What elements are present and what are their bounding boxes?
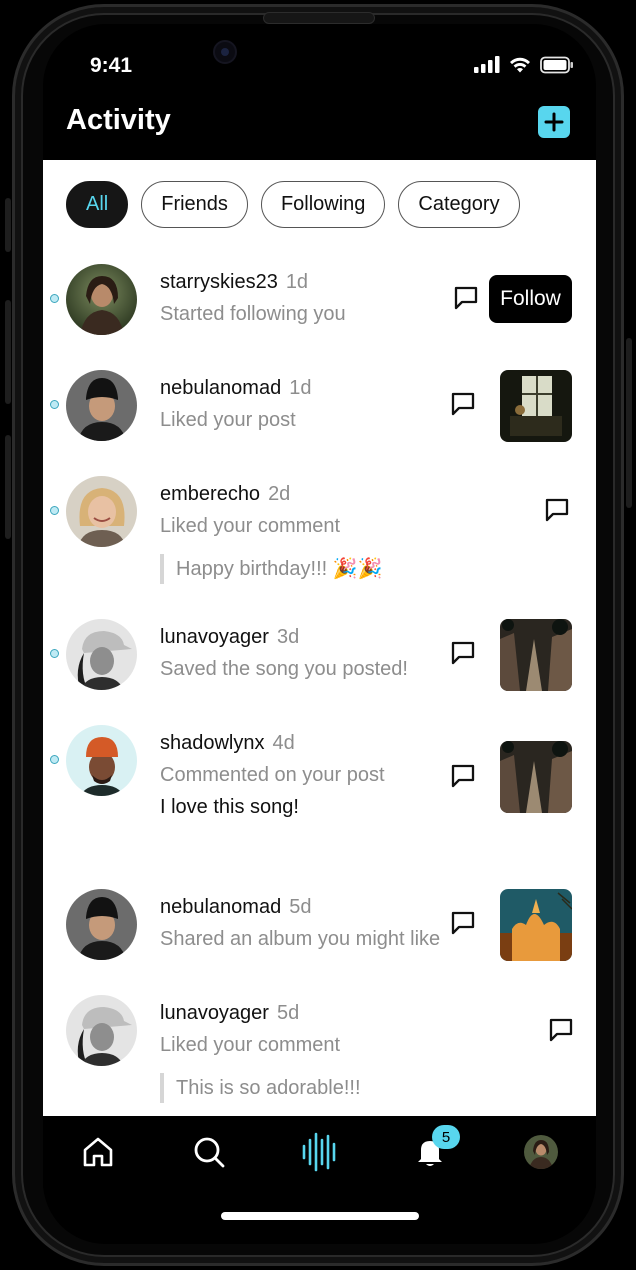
username[interactable]: emberecho 2d xyxy=(160,483,290,506)
avatar[interactable] xyxy=(66,619,137,690)
post-thumbnail[interactable] xyxy=(500,370,572,442)
filter-chip-all[interactable]: All xyxy=(66,181,129,228)
speaker xyxy=(263,12,375,24)
volume-down-button xyxy=(5,435,11,539)
comment-icon[interactable] xyxy=(452,284,480,312)
tab-bar xyxy=(43,1116,596,1188)
signal-icon xyxy=(474,56,500,73)
profile-avatar xyxy=(524,1135,558,1169)
battery-icon xyxy=(540,56,573,74)
tab-music[interactable] xyxy=(300,1132,340,1172)
activity-message: Started following you xyxy=(160,303,346,325)
comment-icon[interactable] xyxy=(449,909,477,937)
wifi-icon xyxy=(510,57,530,73)
album-thumbnail[interactable] xyxy=(500,889,572,961)
action-button xyxy=(5,198,11,252)
avatar[interactable] xyxy=(66,725,137,796)
activity-message: Liked your post xyxy=(160,409,296,431)
tab-search[interactable] xyxy=(189,1132,229,1172)
home-indicator[interactable] xyxy=(221,1212,419,1220)
follow-button[interactable]: Follow xyxy=(489,275,572,323)
activity-message: Shared an album you might like xyxy=(160,928,441,950)
comment-icon[interactable] xyxy=(449,639,477,667)
notification-badge: 5 xyxy=(432,1125,460,1149)
unread-dot xyxy=(50,294,59,303)
username[interactable]: nebulanomad 5d xyxy=(160,896,311,919)
filter-chips: All Friends Following Category xyxy=(66,181,520,228)
status-icons xyxy=(474,56,574,74)
status-time: 9:41 xyxy=(90,54,133,77)
username[interactable]: lunavoyager 5d xyxy=(160,1002,299,1025)
comment-icon[interactable] xyxy=(547,1016,575,1044)
username[interactable]: nebulanomad 1d xyxy=(160,377,311,400)
unread-dot xyxy=(50,506,59,515)
power-button xyxy=(626,338,632,508)
page-title: Activity xyxy=(66,104,171,136)
activity-message: Liked your comment xyxy=(160,515,341,537)
quoted-comment: This is so adorable!!! xyxy=(160,1073,361,1103)
quoted-comment: Happy birthday!!! 🎉🎉 xyxy=(160,554,383,584)
avatar[interactable] xyxy=(66,995,137,1066)
avatar[interactable] xyxy=(66,264,137,335)
unread-dot xyxy=(50,400,59,409)
unread-dot xyxy=(50,649,59,658)
comment-icon[interactable] xyxy=(449,762,477,790)
add-button[interactable] xyxy=(538,106,570,138)
filter-chip-following[interactable]: Following xyxy=(260,181,386,228)
comment-text: I love this song! xyxy=(160,796,299,818)
tab-profile[interactable] xyxy=(521,1132,561,1172)
search-icon xyxy=(194,1137,225,1168)
tab-home[interactable] xyxy=(78,1132,118,1172)
username[interactable]: starryskies23 1d xyxy=(160,271,308,294)
volume-up-button xyxy=(5,300,11,404)
plus-icon xyxy=(544,112,564,132)
waveform-icon xyxy=(302,1132,336,1172)
username[interactable]: shadowlynx 4d xyxy=(160,732,295,755)
post-thumbnail[interactable] xyxy=(500,619,572,691)
comment-icon[interactable] xyxy=(449,390,477,418)
camera xyxy=(213,40,237,64)
activity-message: Commented on your post xyxy=(160,764,385,786)
activity-message: Liked your comment xyxy=(160,1034,341,1056)
unread-dot xyxy=(50,755,59,764)
comment-icon[interactable] xyxy=(543,496,571,524)
home-icon xyxy=(83,1137,113,1167)
avatar[interactable] xyxy=(66,476,137,547)
avatar[interactable] xyxy=(66,889,137,960)
filter-chip-category[interactable]: Category xyxy=(398,181,520,228)
post-thumbnail[interactable] xyxy=(500,741,572,813)
activity-message: Saved the song you posted! xyxy=(160,658,408,680)
filter-chip-friends[interactable]: Friends xyxy=(141,181,248,228)
activity-feed: All Friends Following Category starryski… xyxy=(43,160,596,1116)
username[interactable]: lunavoyager 3d xyxy=(160,626,299,649)
avatar[interactable] xyxy=(66,370,137,441)
